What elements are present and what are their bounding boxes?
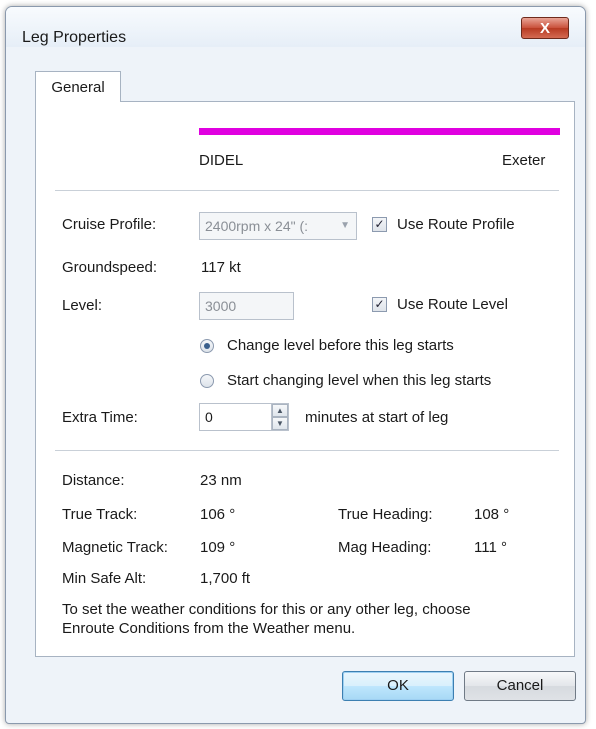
weather-info-line-2: Enroute Conditions from the Weather menu…	[62, 620, 356, 637]
distance-label: Distance:	[62, 472, 125, 489]
chevron-down-icon: ▼	[340, 220, 350, 231]
caret-up-icon: ▲	[276, 406, 284, 415]
cruise-profile-label: Cruise Profile:	[62, 216, 157, 233]
radio-selected-dot	[204, 343, 210, 349]
radio-change-before[interactable]	[200, 339, 214, 353]
use-route-level-label: Use Route Level	[397, 296, 508, 313]
route-line	[199, 128, 560, 135]
cruise-profile-select[interactable]: 2400rpm x 24" (: ▼	[199, 212, 357, 240]
extra-time-suffix: minutes at start of leg	[305, 409, 449, 426]
close-button[interactable]: X	[521, 17, 569, 39]
check-icon: ✓	[374, 297, 385, 311]
magnetic-track-value: 109 °	[200, 539, 236, 556]
close-icon: X	[539, 20, 550, 37]
check-icon: ✓	[374, 217, 385, 231]
radio-start-changing[interactable]	[200, 374, 214, 388]
ok-button[interactable]: OK	[342, 671, 454, 701]
true-heading-value: 108 °	[474, 506, 510, 523]
min-safe-alt-value: 1,700 ft	[200, 570, 251, 587]
dialog-title: Leg Properties	[22, 29, 127, 46]
extra-time-spinner: ▲ ▼	[271, 403, 288, 431]
separator-top	[55, 190, 559, 191]
level-input[interactable]: 3000	[199, 292, 294, 320]
magnetic-track-label: Magnetic Track:	[62, 539, 168, 556]
distance-value: 23 nm	[200, 472, 242, 489]
min-safe-alt-label: Min Safe Alt:	[62, 570, 147, 587]
level-label: Level:	[62, 297, 103, 314]
cruise-profile-value: 2400rpm x 24" (:	[205, 218, 309, 234]
true-heading-label: True Heading:	[338, 506, 433, 523]
true-track-label: True Track:	[62, 506, 138, 523]
mag-heading-value: 111 °	[474, 539, 507, 556]
true-track-value: 106 °	[200, 506, 236, 523]
radio-start-changing-label: Start changing level when this leg start…	[227, 372, 492, 389]
weather-info-line-1: To set the weather conditions for this o…	[62, 601, 471, 618]
groundspeed-value: 117 kt	[201, 259, 241, 276]
caret-down-icon: ▼	[276, 419, 284, 428]
route-from: DIDEL	[199, 152, 244, 169]
tab-general[interactable]: General	[35, 71, 121, 102]
mag-heading-label: Mag Heading:	[338, 539, 432, 556]
use-route-profile-checkbox[interactable]: ✓	[372, 217, 387, 232]
radio-change-before-label: Change level before this leg starts	[227, 337, 454, 354]
spin-up-button[interactable]: ▲	[272, 404, 288, 417]
route-to: Exeter	[502, 152, 546, 169]
use-route-profile-label: Use Route Profile	[397, 216, 515, 233]
cancel-button[interactable]: Cancel	[464, 671, 576, 701]
groundspeed-label: Groundspeed:	[62, 259, 158, 276]
extra-time-label: Extra Time:	[62, 409, 138, 426]
spin-down-button[interactable]: ▼	[272, 417, 288, 430]
separator-middle	[55, 450, 559, 451]
use-route-level-checkbox[interactable]: ✓	[372, 297, 387, 312]
title-bar[interactable]: Leg Properties X	[6, 7, 585, 47]
